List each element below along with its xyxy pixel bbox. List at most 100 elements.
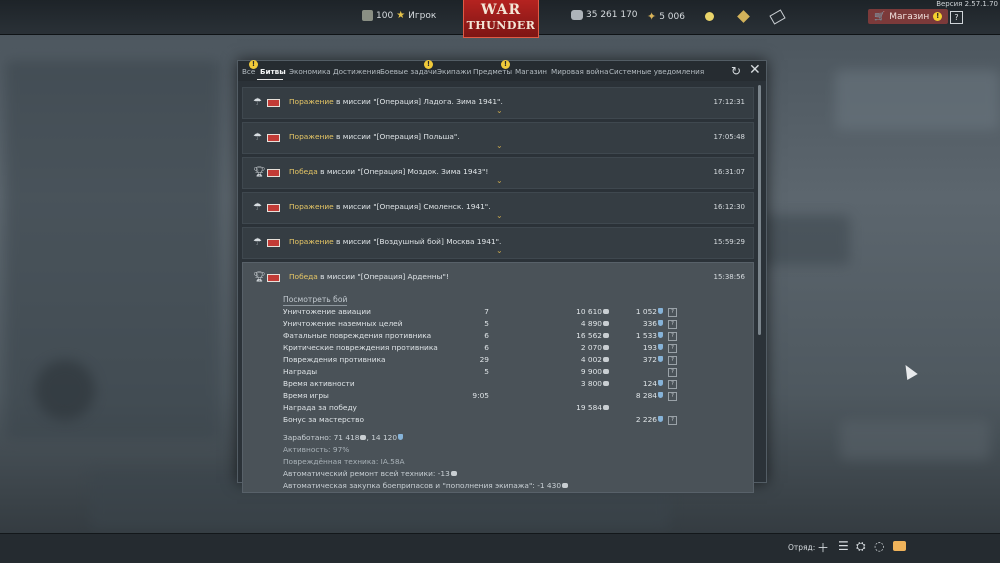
stat-silver: 4 002: [523, 355, 609, 364]
table-row: Повреждения противника 29 4 002 372?: [283, 355, 703, 367]
refresh-icon[interactable]: ↻: [731, 65, 741, 77]
silver-lions-icon: [603, 405, 609, 410]
chevron-down-icon[interactable]: ⌄: [496, 142, 503, 150]
mission-text: в миссии "[Операция] Польша".: [333, 132, 460, 141]
active-tab-indicator: [257, 79, 283, 80]
silver-value: 3 800: [580, 379, 602, 388]
tab-system-notifications[interactable]: Системные уведомления: [609, 67, 704, 76]
tab-bar: Все! Битвы Экономика Достижения Боевые з…: [238, 60, 766, 81]
tab-battle-tasks[interactable]: Боевые задачи!: [380, 60, 437, 76]
table-row: Время игры 9:05 8 284?: [283, 391, 703, 403]
stat-name: Время активности: [283, 379, 355, 388]
chat-icon[interactable]: ◌: [874, 539, 884, 553]
rp-value: 8 284: [635, 391, 657, 400]
message-time: 15:38:56: [713, 273, 745, 281]
help-icon[interactable]: ?: [668, 356, 677, 365]
chevron-down-icon[interactable]: ⌄: [496, 247, 503, 255]
mouse-cursor-icon: [900, 361, 918, 381]
help-icon[interactable]: ?: [668, 392, 677, 401]
list-item[interactable]: ☂ Поражение в миссии "[Операция] Смоленс…: [242, 192, 754, 224]
help-button[interactable]: ?: [950, 11, 963, 24]
coupons-button[interactable]: [769, 9, 786, 25]
message-text: Победа в миссии "[Операция] Моздок. Зима…: [289, 167, 488, 176]
earned-line: Заработано: 71 418, 14 120: [283, 433, 743, 445]
stat-rp: 336: [621, 319, 663, 328]
contacts-list-icon[interactable]: ☰: [838, 539, 849, 553]
tab-economy[interactable]: Экономика: [289, 67, 331, 76]
help-icon[interactable]: ?: [668, 320, 677, 329]
message-time: 17:12:31: [713, 98, 745, 106]
stat-rp: 372: [621, 355, 663, 364]
battle-pass-button[interactable]: [737, 10, 750, 23]
help-icon[interactable]: ?: [668, 380, 677, 389]
shop-button[interactable]: 🛒 Магазин !: [868, 9, 949, 24]
list-item[interactable]: ☂ Поражение в миссии "[Воздушный бой] Мо…: [242, 227, 754, 259]
damaged-vehicle-line: Повреждённая техника: IA.58A: [283, 457, 405, 466]
notifications-window: Все! Битвы Экономика Достижения Боевые з…: [237, 60, 767, 493]
list-item[interactable]: ☂ Поражение в миссии "[Операция] Польша"…: [242, 122, 754, 154]
scrollbar[interactable]: [758, 85, 761, 335]
table-row: Бонус за мастерство 2 226?: [283, 415, 703, 427]
stat-rp: 2 226: [621, 415, 663, 424]
star-icon: ★: [396, 10, 406, 21]
message-time: 16:12:30: [713, 203, 745, 211]
chevron-down-icon[interactable]: ⌄: [496, 177, 503, 185]
top-bar: 100 ★ Игрок WAR THUNDER 35 261 170 ✦ 5 0…: [0, 0, 1000, 38]
auto-purchase-line: Автоматическая закупка боеприпасов и "по…: [283, 481, 743, 493]
expanded-message[interactable]: 🏆︎ Победа в миссии "[Операция] Арденны"!…: [242, 262, 754, 493]
help-icon[interactable]: ?: [668, 416, 677, 425]
shop-alert-badge: !: [933, 12, 943, 21]
flag-icon: [267, 169, 280, 177]
silver-lions-icon: [603, 357, 609, 362]
list-item[interactable]: 🏆︎ Победа в миссии "[Операция] Моздок. З…: [242, 157, 754, 189]
friends-icon[interactable]: ⛭: [856, 539, 866, 554]
message-text: Победа в миссии "[Операция] Арденны"!: [289, 272, 449, 281]
silver-lions-icon: [603, 321, 609, 326]
stat-silver: 16 562: [523, 331, 609, 340]
tab-label: Экипажи: [437, 67, 472, 76]
stat-count: 5: [484, 319, 489, 328]
help-icon[interactable]: ?: [668, 368, 677, 377]
tab-world-war[interactable]: Мировая война: [551, 67, 609, 76]
premium-button[interactable]: [705, 12, 714, 21]
message-text: Поражение в миссии "[Воздушный бой] Моск…: [289, 237, 501, 246]
battle-stats-table: Уничтожение авиации 7 10 610 1 052? Уничтож…: [283, 307, 703, 427]
table-row: Награда за победу 19 584: [283, 403, 703, 415]
stat-name: Уничтожение наземных целей: [283, 319, 403, 328]
help-icon[interactable]: ?: [668, 332, 677, 341]
help-icon[interactable]: ?: [668, 308, 677, 317]
chevron-down-icon[interactable]: ⌄: [496, 107, 503, 115]
tab-achievements[interactable]: Достижения: [333, 67, 380, 76]
tab-items[interactable]: Предметы!: [473, 60, 512, 76]
tab-crews[interactable]: Экипажи: [437, 67, 471, 76]
table-row: Уничтожение авиации 7 10 610 1 052?: [283, 307, 703, 319]
tab-shop[interactable]: Магазин: [515, 67, 547, 76]
auto-repair-label: Автоматический ремонт всей техники:: [283, 469, 438, 478]
add-squad-member-icon[interactable]: ＋: [817, 539, 829, 556]
parachute-icon: ☂: [253, 202, 262, 213]
rp-value: 1 052: [635, 307, 657, 316]
rp-value: 1 533: [635, 331, 657, 340]
tab-battles[interactable]: Битвы: [260, 67, 286, 76]
background-panel-right: [835, 70, 1000, 130]
stat-count: 6: [484, 343, 489, 352]
player-avatar-icon: [362, 10, 373, 21]
research-points-icon: [658, 308, 663, 314]
auto-purchase-label: Автоматическая закупка боеприпасов и "по…: [283, 481, 538, 490]
silver-lions-balance[interactable]: 35 261 170: [571, 10, 638, 20]
silver-value: 4 890: [580, 319, 602, 328]
list-item[interactable]: ☂ Поражение в миссии "[Операция] Ладога.…: [242, 87, 754, 119]
gem-icon: [737, 10, 750, 23]
view-battle-link[interactable]: Посмотреть бой: [283, 295, 348, 306]
player-info[interactable]: 100 ★ Игрок: [362, 10, 436, 21]
stat-name: Награда за победу: [283, 403, 357, 412]
cart-icon: 🛒: [874, 11, 886, 22]
help-icon[interactable]: ?: [668, 344, 677, 353]
tab-all[interactable]: Все!: [242, 60, 258, 76]
mail-icon[interactable]: [893, 541, 906, 551]
close-icon[interactable]: ✕: [749, 63, 761, 77]
chevron-down-icon[interactable]: ⌄: [496, 212, 503, 220]
game-logo[interactable]: WAR THUNDER: [463, 0, 539, 38]
result-label: Победа: [289, 167, 318, 176]
golden-eagles-balance[interactable]: ✦ 5 006: [647, 10, 685, 23]
